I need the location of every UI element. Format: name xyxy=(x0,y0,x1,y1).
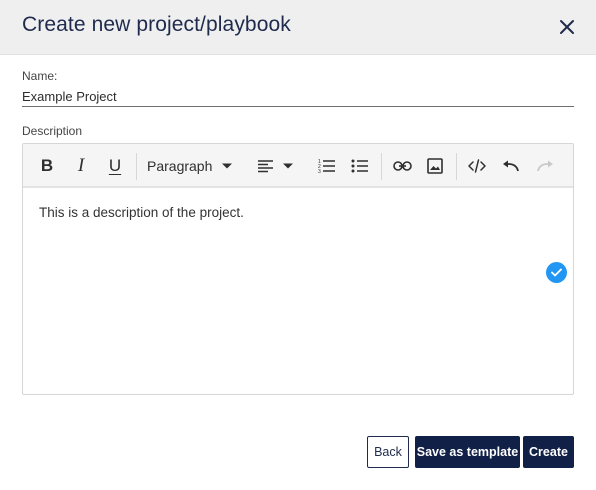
toolbar-separator xyxy=(456,153,457,180)
close-icon xyxy=(560,20,574,34)
image-icon xyxy=(427,158,443,174)
create-button[interactable]: Create xyxy=(523,436,574,468)
align-dropdown[interactable] xyxy=(257,154,299,178)
description-label: Description xyxy=(22,124,83,138)
code-button[interactable] xyxy=(465,154,489,178)
close-button[interactable] xyxy=(556,16,578,38)
back-button[interactable]: Back xyxy=(367,436,409,468)
italic-button[interactable]: I xyxy=(69,154,93,178)
dialog-header: Create new project/playbook xyxy=(0,0,596,55)
undo-icon xyxy=(503,160,519,172)
redo-icon xyxy=(537,160,553,172)
block-format-dropdown[interactable]: Paragraph xyxy=(147,154,239,178)
block-format-label: Paragraph xyxy=(147,158,213,174)
undo-button[interactable] xyxy=(499,154,523,178)
editor-content[interactable]: This is a description of the project. xyxy=(39,205,244,220)
bold-icon: B xyxy=(40,156,54,175)
bullet-list-icon xyxy=(351,159,368,173)
italic-icon: I xyxy=(77,155,85,176)
check-circle-icon xyxy=(546,262,567,283)
editor-toolbar: B I U Paragraph 1 2 3 xyxy=(23,144,573,188)
chevron-down-icon xyxy=(283,163,293,169)
bullet-list-button[interactable] xyxy=(348,154,372,178)
svg-text:3: 3 xyxy=(318,169,321,174)
name-label: Name: xyxy=(22,69,58,83)
save-as-template-button[interactable]: Save as template xyxy=(415,436,520,468)
description-editor[interactable]: B I U Paragraph 1 2 3 This is a descript… xyxy=(22,143,574,395)
link-icon xyxy=(392,161,412,171)
toolbar-separator xyxy=(381,153,382,180)
bold-button[interactable]: B xyxy=(35,154,59,178)
code-icon xyxy=(468,159,486,173)
chevron-down-icon xyxy=(222,163,233,169)
image-button[interactable] xyxy=(423,154,447,178)
align-left-icon xyxy=(258,160,273,173)
numbered-list-icon: 1 2 3 xyxy=(318,159,335,174)
toolbar-separator xyxy=(136,153,137,180)
dialog-title: Create new project/playbook xyxy=(22,13,291,36)
link-button[interactable] xyxy=(390,154,414,178)
underline-button[interactable]: U xyxy=(103,154,127,178)
redo-button[interactable] xyxy=(533,154,557,178)
name-input[interactable] xyxy=(22,86,574,107)
numbered-list-button[interactable]: 1 2 3 xyxy=(315,154,339,178)
underline-icon: U xyxy=(108,156,122,175)
